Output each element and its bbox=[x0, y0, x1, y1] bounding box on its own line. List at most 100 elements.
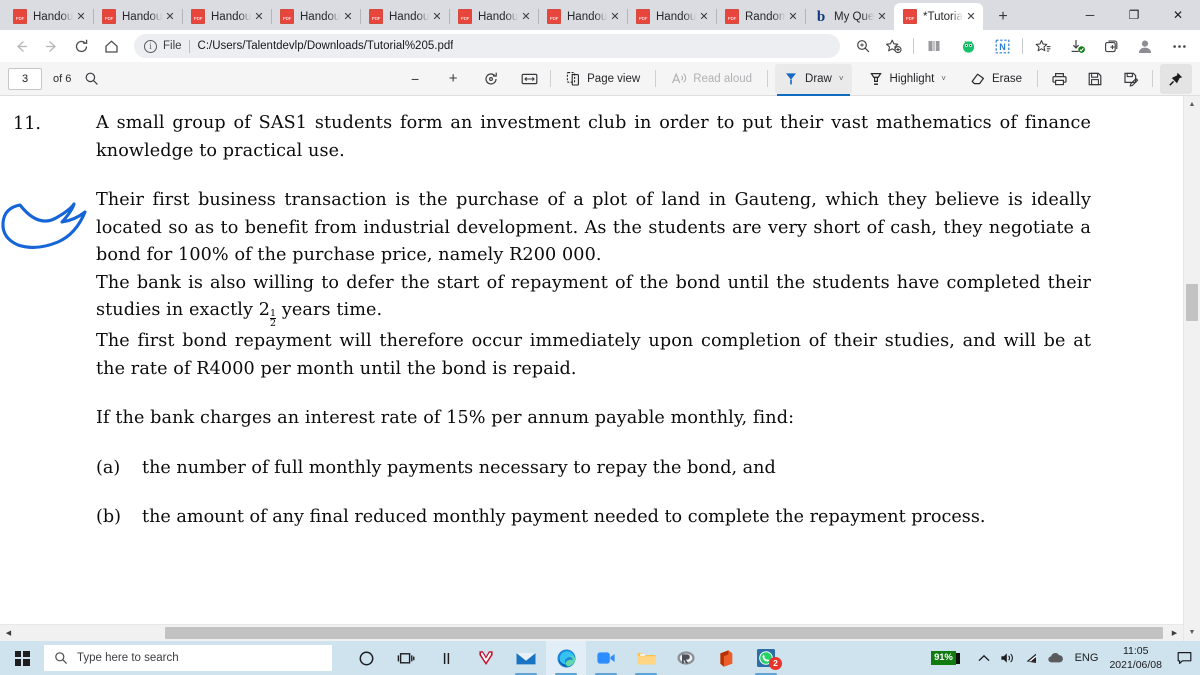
show-hidden-icons-chevron-icon[interactable] bbox=[972, 641, 996, 675]
page-view-button[interactable]: Page view bbox=[558, 64, 648, 94]
paragraph-gap-4 bbox=[96, 482, 1091, 504]
tab-close-icon[interactable]: ✕ bbox=[518, 9, 534, 25]
fit-to-width-icon[interactable] bbox=[515, 66, 543, 92]
erase-label: Erase bbox=[991, 72, 1022, 85]
add-to-collections-icon[interactable] bbox=[1096, 33, 1126, 59]
browser-tab-2[interactable]: Handout 4.pdf ✕ bbox=[93, 3, 183, 30]
downloads-icon[interactable] bbox=[1062, 33, 1092, 59]
page-view-label: Page view bbox=[587, 72, 641, 85]
draw-button[interactable]: Draw ˅ bbox=[775, 63, 852, 96]
print-button[interactable] bbox=[1045, 66, 1073, 92]
new-tab-button[interactable]: + bbox=[989, 4, 1017, 30]
browser-tab-5[interactable]: Handout 7.pdf ✕ bbox=[360, 3, 450, 30]
chevron-down-icon[interactable]: ˅ bbox=[941, 74, 946, 83]
collections-icon[interactable] bbox=[919, 33, 949, 59]
wifi-icon[interactable] bbox=[1020, 641, 1044, 675]
browser-tab-4[interactable]: Handout 6.pdf ✕ bbox=[271, 3, 361, 30]
address-bar[interactable]: i File C:/Users/Talentdevlp/Downloads/Tu… bbox=[134, 34, 840, 58]
settings-more-icon[interactable] bbox=[1164, 33, 1194, 59]
erase-button[interactable]: Erase bbox=[962, 64, 1030, 94]
browser-tab-9[interactable]: Random notes.pdf ✕ bbox=[716, 3, 806, 30]
cortana-icon[interactable] bbox=[346, 641, 386, 675]
home-icon[interactable] bbox=[96, 33, 126, 59]
browser-tab-8[interactable]: Handout 10.pdf ✕ bbox=[627, 3, 717, 30]
tab-close-icon[interactable]: ✕ bbox=[696, 9, 712, 25]
rstudio-icon[interactable] bbox=[666, 641, 706, 675]
paragraph-intro: A small group of SAS1 students form an i… bbox=[96, 113, 1091, 161]
vertical-scrollbar[interactable]: ▲ ▼ bbox=[1183, 96, 1200, 641]
read-aloud-button[interactable]: Read aloud bbox=[663, 64, 760, 94]
tab-title: *Tutorial 5.pdf bbox=[923, 10, 963, 23]
tab-close-icon[interactable]: ✕ bbox=[874, 9, 890, 25]
site-info-icon[interactable]: i bbox=[144, 39, 157, 53]
forward-icon[interactable] bbox=[36, 33, 66, 59]
tab-close-icon[interactable]: ✕ bbox=[162, 9, 178, 25]
chevron-down-icon[interactable]: ˅ bbox=[839, 74, 844, 83]
page-number-input[interactable]: 3 bbox=[8, 67, 42, 90]
browser-tab-7[interactable]: Handout 9.pdf ✕ bbox=[538, 3, 628, 30]
highlight-button[interactable]: Highlight ˅ bbox=[860, 64, 954, 94]
zoom-in-icon[interactable]: + bbox=[439, 66, 467, 92]
pdf-page: 11. A small group of SAS1 students form … bbox=[0, 96, 1183, 641]
zoom-icon[interactable] bbox=[586, 641, 626, 675]
favorites-list-icon[interactable] bbox=[1028, 33, 1058, 59]
pdf-icon bbox=[547, 9, 561, 24]
start-button[interactable] bbox=[0, 641, 44, 675]
onedrive-icon[interactable] bbox=[1044, 641, 1068, 675]
actions-divider-2 bbox=[1022, 38, 1023, 54]
tab-close-icon[interactable]: ✕ bbox=[785, 9, 801, 25]
office-icon[interactable] bbox=[706, 641, 746, 675]
tab-close-icon[interactable]: ✕ bbox=[73, 9, 89, 25]
horizontal-scrollbar-thumb[interactable] bbox=[165, 627, 1163, 639]
maximize-button[interactable]: ❐ bbox=[1112, 0, 1156, 30]
browser-tab-1[interactable]: Handout 3.pdf ✕ bbox=[4, 3, 94, 30]
onenote-clipper-icon[interactable]: N bbox=[987, 33, 1017, 59]
task-view-icon[interactable] bbox=[386, 641, 426, 675]
battery-indicator[interactable]: 91% bbox=[931, 651, 960, 665]
browser-tab-10[interactable]: b My Questions ✕ bbox=[805, 3, 894, 30]
mail-icon[interactable] bbox=[506, 641, 546, 675]
tab-close-icon[interactable]: ✕ bbox=[607, 9, 623, 25]
mcafee-icon[interactable] bbox=[466, 641, 506, 675]
tab-close-icon[interactable]: ✕ bbox=[251, 9, 267, 25]
profile-avatar-icon[interactable] bbox=[1130, 33, 1160, 59]
browser-tab-3[interactable]: Handout 5.pdf ✕ bbox=[182, 3, 272, 30]
news-icon[interactable] bbox=[426, 641, 466, 675]
find-icon[interactable] bbox=[77, 66, 105, 92]
pdf-viewer[interactable]: 11. A small group of SAS1 students form … bbox=[0, 96, 1200, 641]
grammarly-icon[interactable] bbox=[953, 33, 983, 59]
pin-toolbar-button[interactable] bbox=[1160, 63, 1192, 94]
horizontal-scrollbar[interactable]: ◀ ▶ bbox=[0, 624, 1183, 641]
zoom-search-icon[interactable] bbox=[848, 33, 878, 59]
close-window-button[interactable]: ✕ bbox=[1156, 0, 1200, 30]
vertical-scrollbar-thumb[interactable] bbox=[1186, 284, 1198, 321]
language-indicator[interactable]: ENG bbox=[1068, 652, 1106, 664]
tab-close-icon[interactable]: ✕ bbox=[963, 9, 979, 25]
volume-icon[interactable] bbox=[996, 641, 1020, 675]
save-as-button[interactable] bbox=[1117, 66, 1145, 92]
sub-question-b: (b) the amount of any final reduced mont… bbox=[96, 504, 1091, 532]
browser-tab-6[interactable]: Handout 8.pdf ✕ bbox=[449, 3, 539, 30]
zoom-out-icon[interactable]: − bbox=[401, 66, 429, 92]
save-button[interactable] bbox=[1081, 66, 1109, 92]
taskbar-clock[interactable]: 11:05 2021/06/08 bbox=[1105, 644, 1170, 672]
back-icon[interactable] bbox=[6, 33, 36, 59]
tab-close-icon[interactable]: ✕ bbox=[429, 9, 445, 25]
minimize-button[interactable]: ─ bbox=[1068, 0, 1112, 30]
taskbar-search-box[interactable]: Type here to search bbox=[44, 645, 332, 671]
scroll-right-arrow-icon[interactable]: ▶ bbox=[1166, 625, 1183, 641]
action-center-icon[interactable] bbox=[1170, 641, 1198, 675]
file-explorer-icon[interactable] bbox=[626, 641, 666, 675]
rotate-icon[interactable] bbox=[477, 66, 505, 92]
tab-close-icon[interactable]: ✕ bbox=[340, 9, 356, 25]
refresh-icon[interactable] bbox=[66, 33, 96, 59]
whatsapp-icon[interactable]: 2 bbox=[746, 641, 786, 675]
browser-tab-active-tutorial5[interactable]: *Tutorial 5.pdf ✕ bbox=[894, 3, 983, 30]
scroll-down-arrow-icon[interactable]: ▼ bbox=[1184, 624, 1200, 641]
scroll-up-arrow-icon[interactable]: ▲ bbox=[1184, 96, 1200, 113]
address-url: C:/Users/Talentdevlp/Downloads/Tutorial%… bbox=[197, 40, 454, 52]
add-favorite-icon[interactable] bbox=[878, 33, 908, 59]
sub-question-a-text: the number of full monthly payments nece… bbox=[142, 457, 776, 478]
edge-icon[interactable] bbox=[546, 641, 586, 675]
scroll-left-arrow-icon[interactable]: ◀ bbox=[0, 625, 17, 641]
